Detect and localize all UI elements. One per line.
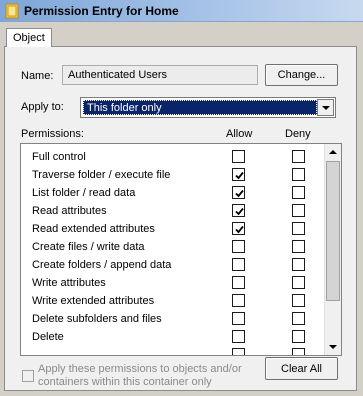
apply-to-label: Apply to: (21, 101, 64, 113)
change-button[interactable]: Change... (265, 64, 338, 86)
folder-icon (5, 3, 19, 19)
deny-checkbox[interactable] (292, 312, 305, 325)
title-bar[interactable]: Permission Entry for Home (0, 0, 363, 22)
vertical-scrollbar[interactable] (324, 144, 341, 355)
permission-label: Full control (32, 151, 86, 163)
permission-label: Write extended attributes (32, 295, 155, 307)
permission-label: Traverse folder / execute file (32, 169, 171, 181)
permission-label: Delete subfolders and files (32, 313, 162, 325)
permission-row: Full control (21, 148, 323, 166)
change-button-label: Change... (277, 69, 326, 81)
permission-label: Read attributes (32, 205, 107, 217)
scroll-down-icon (329, 345, 337, 349)
clear-all-button[interactable]: Clear All (265, 357, 338, 380)
permission-label: Create folders / append data (32, 259, 172, 271)
permission-row: Write extended attributes (21, 292, 323, 310)
permission-label: Delete (32, 331, 64, 343)
deny-checkbox[interactable] (292, 204, 305, 217)
deny-checkbox[interactable] (292, 294, 305, 307)
name-value: Authenticated Users (68, 69, 168, 81)
allow-checkbox[interactable] (232, 150, 245, 163)
permission-label: Create files / write data (32, 241, 145, 253)
allow-checkbox[interactable] (232, 330, 245, 343)
allow-checkbox[interactable] (232, 186, 245, 199)
scroll-up-button[interactable] (325, 144, 341, 160)
permission-row (21, 346, 323, 355)
apply-children-checkbox[interactable] (22, 370, 34, 382)
name-label: Name: (21, 70, 54, 82)
allow-checkbox[interactable] (232, 204, 245, 217)
permissions-list[interactable]: Full control Traverse folder / execute fi… (20, 143, 342, 356)
deny-checkbox[interactable] (292, 186, 305, 199)
allow-checkbox[interactable] (232, 312, 245, 325)
dropdown-arrow-button[interactable] (317, 99, 334, 116)
window-title: Permission Entry for Home (24, 4, 179, 18)
permission-label: Read extended attributes (32, 223, 155, 235)
allow-checkbox[interactable] (232, 258, 245, 271)
allow-checkbox[interactable] (232, 240, 245, 253)
scroll-thumb[interactable] (326, 161, 340, 301)
deny-checkbox[interactable] (292, 240, 305, 253)
deny-checkbox[interactable] (292, 258, 305, 271)
allow-header: Allow (226, 128, 253, 140)
apply-to-value: This folder only (83, 100, 317, 115)
permissions-header: Permissions: (21, 128, 84, 140)
check-icon (235, 189, 244, 198)
deny-checkbox[interactable] (292, 150, 305, 163)
apply-to-select[interactable]: This folder only (80, 97, 336, 118)
allow-checkbox[interactable] (232, 222, 245, 235)
allow-checkbox[interactable] (232, 294, 245, 307)
permission-row: List folder / read data (21, 184, 323, 202)
permission-row: Read extended attributes (21, 220, 323, 238)
deny-checkbox[interactable] (292, 348, 305, 355)
permission-row: Traverse folder / execute file (21, 166, 323, 184)
permission-row: Delete (21, 328, 323, 346)
permission-row: Read attributes (21, 202, 323, 220)
permission-row: Create files / write data (21, 238, 323, 256)
check-icon (235, 171, 244, 180)
clear-all-label: Clear All (281, 363, 322, 375)
allow-checkbox[interactable] (232, 168, 245, 181)
apply-children-label: Apply these permissions to objects and/o… (38, 363, 242, 388)
deny-header: Deny (285, 128, 311, 140)
check-icon (235, 225, 244, 234)
permission-label: List folder / read data (32, 187, 136, 199)
deny-checkbox[interactable] (292, 168, 305, 181)
permission-row: Create folders / append data (21, 256, 323, 274)
scroll-down-button[interactable] (325, 339, 341, 355)
scroll-up-icon (329, 150, 337, 154)
deny-checkbox[interactable] (292, 222, 305, 235)
allow-checkbox[interactable] (232, 348, 245, 355)
permission-row: Delete subfolders and files (21, 310, 323, 328)
permission-row: Write attributes (21, 274, 323, 292)
chevron-down-icon (322, 106, 330, 110)
tab-object[interactable]: Object (6, 28, 52, 47)
deny-checkbox[interactable] (292, 330, 305, 343)
allow-checkbox[interactable] (232, 276, 245, 289)
deny-checkbox[interactable] (292, 276, 305, 289)
name-field: Authenticated Users (62, 65, 258, 85)
permission-label: Write attributes (32, 277, 106, 289)
check-icon (235, 207, 244, 216)
